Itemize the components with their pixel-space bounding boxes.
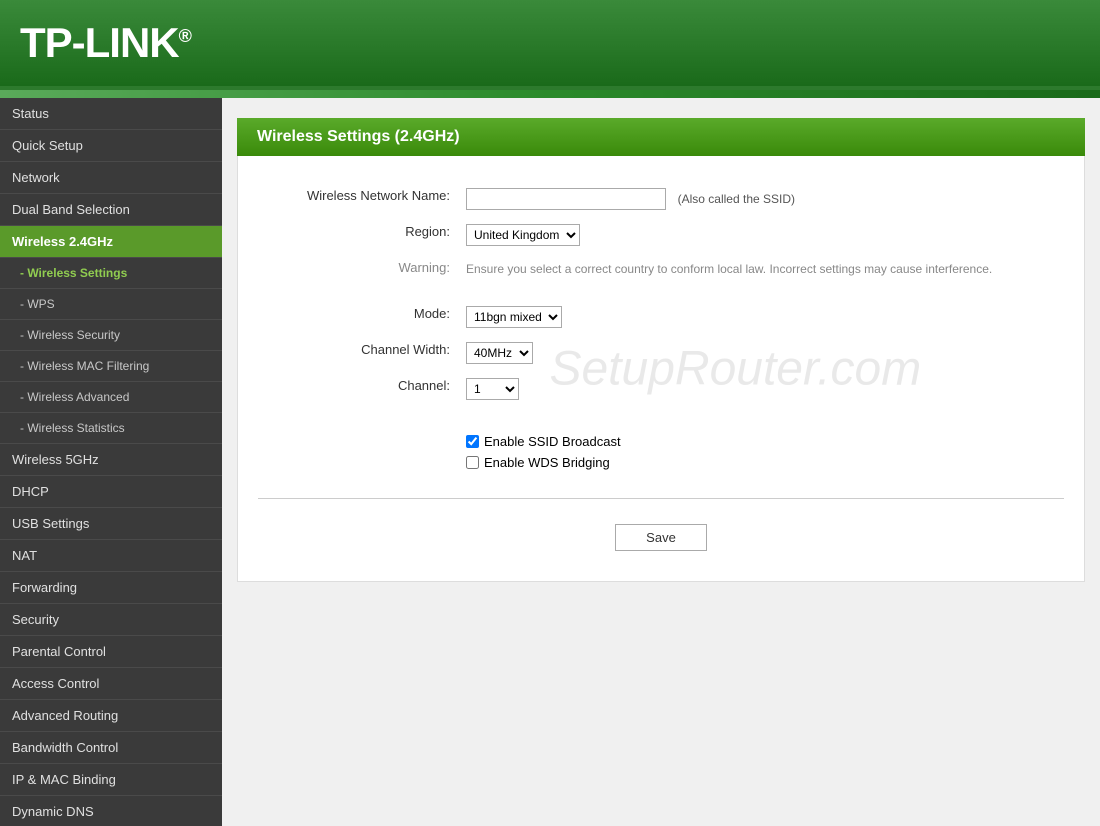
sidebar-item-wireless-advanced[interactable]: - Wireless Advanced (0, 382, 222, 413)
mode-label: Mode: (258, 299, 458, 335)
sidebar-item-dhcp[interactable]: DHCP (0, 476, 222, 508)
spacer-row2 (258, 407, 1064, 421)
wds-container: Enable WDS Bridging (466, 455, 1056, 470)
content-area: Wireless Settings (2.4GHz) SetupRouter.c… (222, 98, 1100, 826)
sidebar-item-wireless-settings[interactable]: - Wireless Settings (0, 258, 222, 289)
region-label: Region: (258, 217, 458, 253)
save-section: Save (258, 514, 1064, 556)
channel-row: Channel: 1234 5678 9101112 13Auto (258, 371, 1064, 407)
section-divider (258, 498, 1064, 499)
warning-row: Warning: Ensure you select a correct cou… (258, 253, 1064, 285)
warning-text: Ensure you select a correct country to c… (466, 260, 1056, 278)
sidebar-item-wireless-security[interactable]: - Wireless Security (0, 320, 222, 351)
network-name-row: Wireless Network Name: (Also called the … (258, 181, 1064, 217)
sidebar-item-dynamic-dns[interactable]: Dynamic DNS (0, 796, 222, 826)
sidebar-item-parental[interactable]: Parental Control (0, 636, 222, 668)
save-button[interactable]: Save (615, 524, 707, 551)
settings-form: Wireless Network Name: (Also called the … (258, 181, 1064, 483)
sidebar: StatusQuick SetupNetworkDual Band Select… (0, 98, 222, 826)
ssid-broadcast-row: Enable SSID Broadcast Enable WDS Bridgin… (258, 421, 1064, 483)
sidebar-item-security[interactable]: Security (0, 604, 222, 636)
sidebar-item-ip-mac[interactable]: IP & MAC Binding (0, 764, 222, 796)
logo: TP-LINK® (20, 19, 191, 67)
header-accent-bar (0, 90, 1100, 98)
sidebar-item-advanced-routing[interactable]: Advanced Routing (0, 700, 222, 732)
network-name-label: Wireless Network Name: (258, 181, 458, 217)
region-select[interactable]: United Kingdom United States Canada Aust… (466, 224, 580, 246)
channel-width-row: Channel Width: 40MHz 20MHz Auto (258, 335, 1064, 371)
channel-width-select[interactable]: 40MHz 20MHz Auto (466, 342, 533, 364)
ssid-note: (Also called the SSID) (678, 192, 795, 206)
channel-width-label: Channel Width: (258, 335, 458, 371)
sidebar-item-access[interactable]: Access Control (0, 668, 222, 700)
form-area: SetupRouter.com Wireless Network Name: (… (237, 156, 1085, 582)
header: TP-LINK® (0, 0, 1100, 90)
sidebar-item-wireless-mac[interactable]: - Wireless MAC Filtering (0, 351, 222, 382)
main-layout: StatusQuick SetupNetworkDual Band Select… (0, 98, 1100, 826)
spacer-row (258, 285, 1064, 299)
sidebar-item-quick-setup[interactable]: Quick Setup (0, 130, 222, 162)
sidebar-item-usb-settings[interactable]: USB Settings (0, 508, 222, 540)
channel-label: Channel: (258, 371, 458, 407)
ssid-broadcast-checkbox[interactable] (466, 435, 479, 448)
sidebar-item-bandwidth[interactable]: Bandwidth Control (0, 732, 222, 764)
sidebar-item-wireless-stats[interactable]: - Wireless Statistics (0, 413, 222, 444)
sidebar-item-nat[interactable]: NAT (0, 540, 222, 572)
page-title: Wireless Settings (2.4GHz) (257, 128, 1065, 146)
mode-row: Mode: 11bgn mixed 11b only 11g only 11n … (258, 299, 1064, 335)
sidebar-item-forwarding[interactable]: Forwarding (0, 572, 222, 604)
sidebar-item-wireless-24[interactable]: Wireless 2.4GHz (0, 226, 222, 258)
page-title-bar: Wireless Settings (2.4GHz) (237, 118, 1085, 156)
sidebar-item-wps[interactable]: - WPS (0, 289, 222, 320)
sidebar-item-dual-band[interactable]: Dual Band Selection (0, 194, 222, 226)
region-row: Region: United Kingdom United States Can… (258, 217, 1064, 253)
wds-label[interactable]: Enable WDS Bridging (484, 455, 610, 470)
mode-select[interactable]: 11bgn mixed 11b only 11g only 11n only 1… (466, 306, 562, 328)
network-name-input[interactable] (466, 188, 666, 210)
sidebar-item-wireless-5[interactable]: Wireless 5GHz (0, 444, 222, 476)
wds-checkbox[interactable] (466, 456, 479, 469)
sidebar-item-network[interactable]: Network (0, 162, 222, 194)
ssid-broadcast-container: Enable SSID Broadcast (466, 434, 1056, 449)
ssid-broadcast-label[interactable]: Enable SSID Broadcast (484, 434, 621, 449)
sidebar-item-status[interactable]: Status (0, 98, 222, 130)
warning-label: Warning: (258, 253, 458, 285)
channel-select[interactable]: 1234 5678 9101112 13Auto (466, 378, 519, 400)
